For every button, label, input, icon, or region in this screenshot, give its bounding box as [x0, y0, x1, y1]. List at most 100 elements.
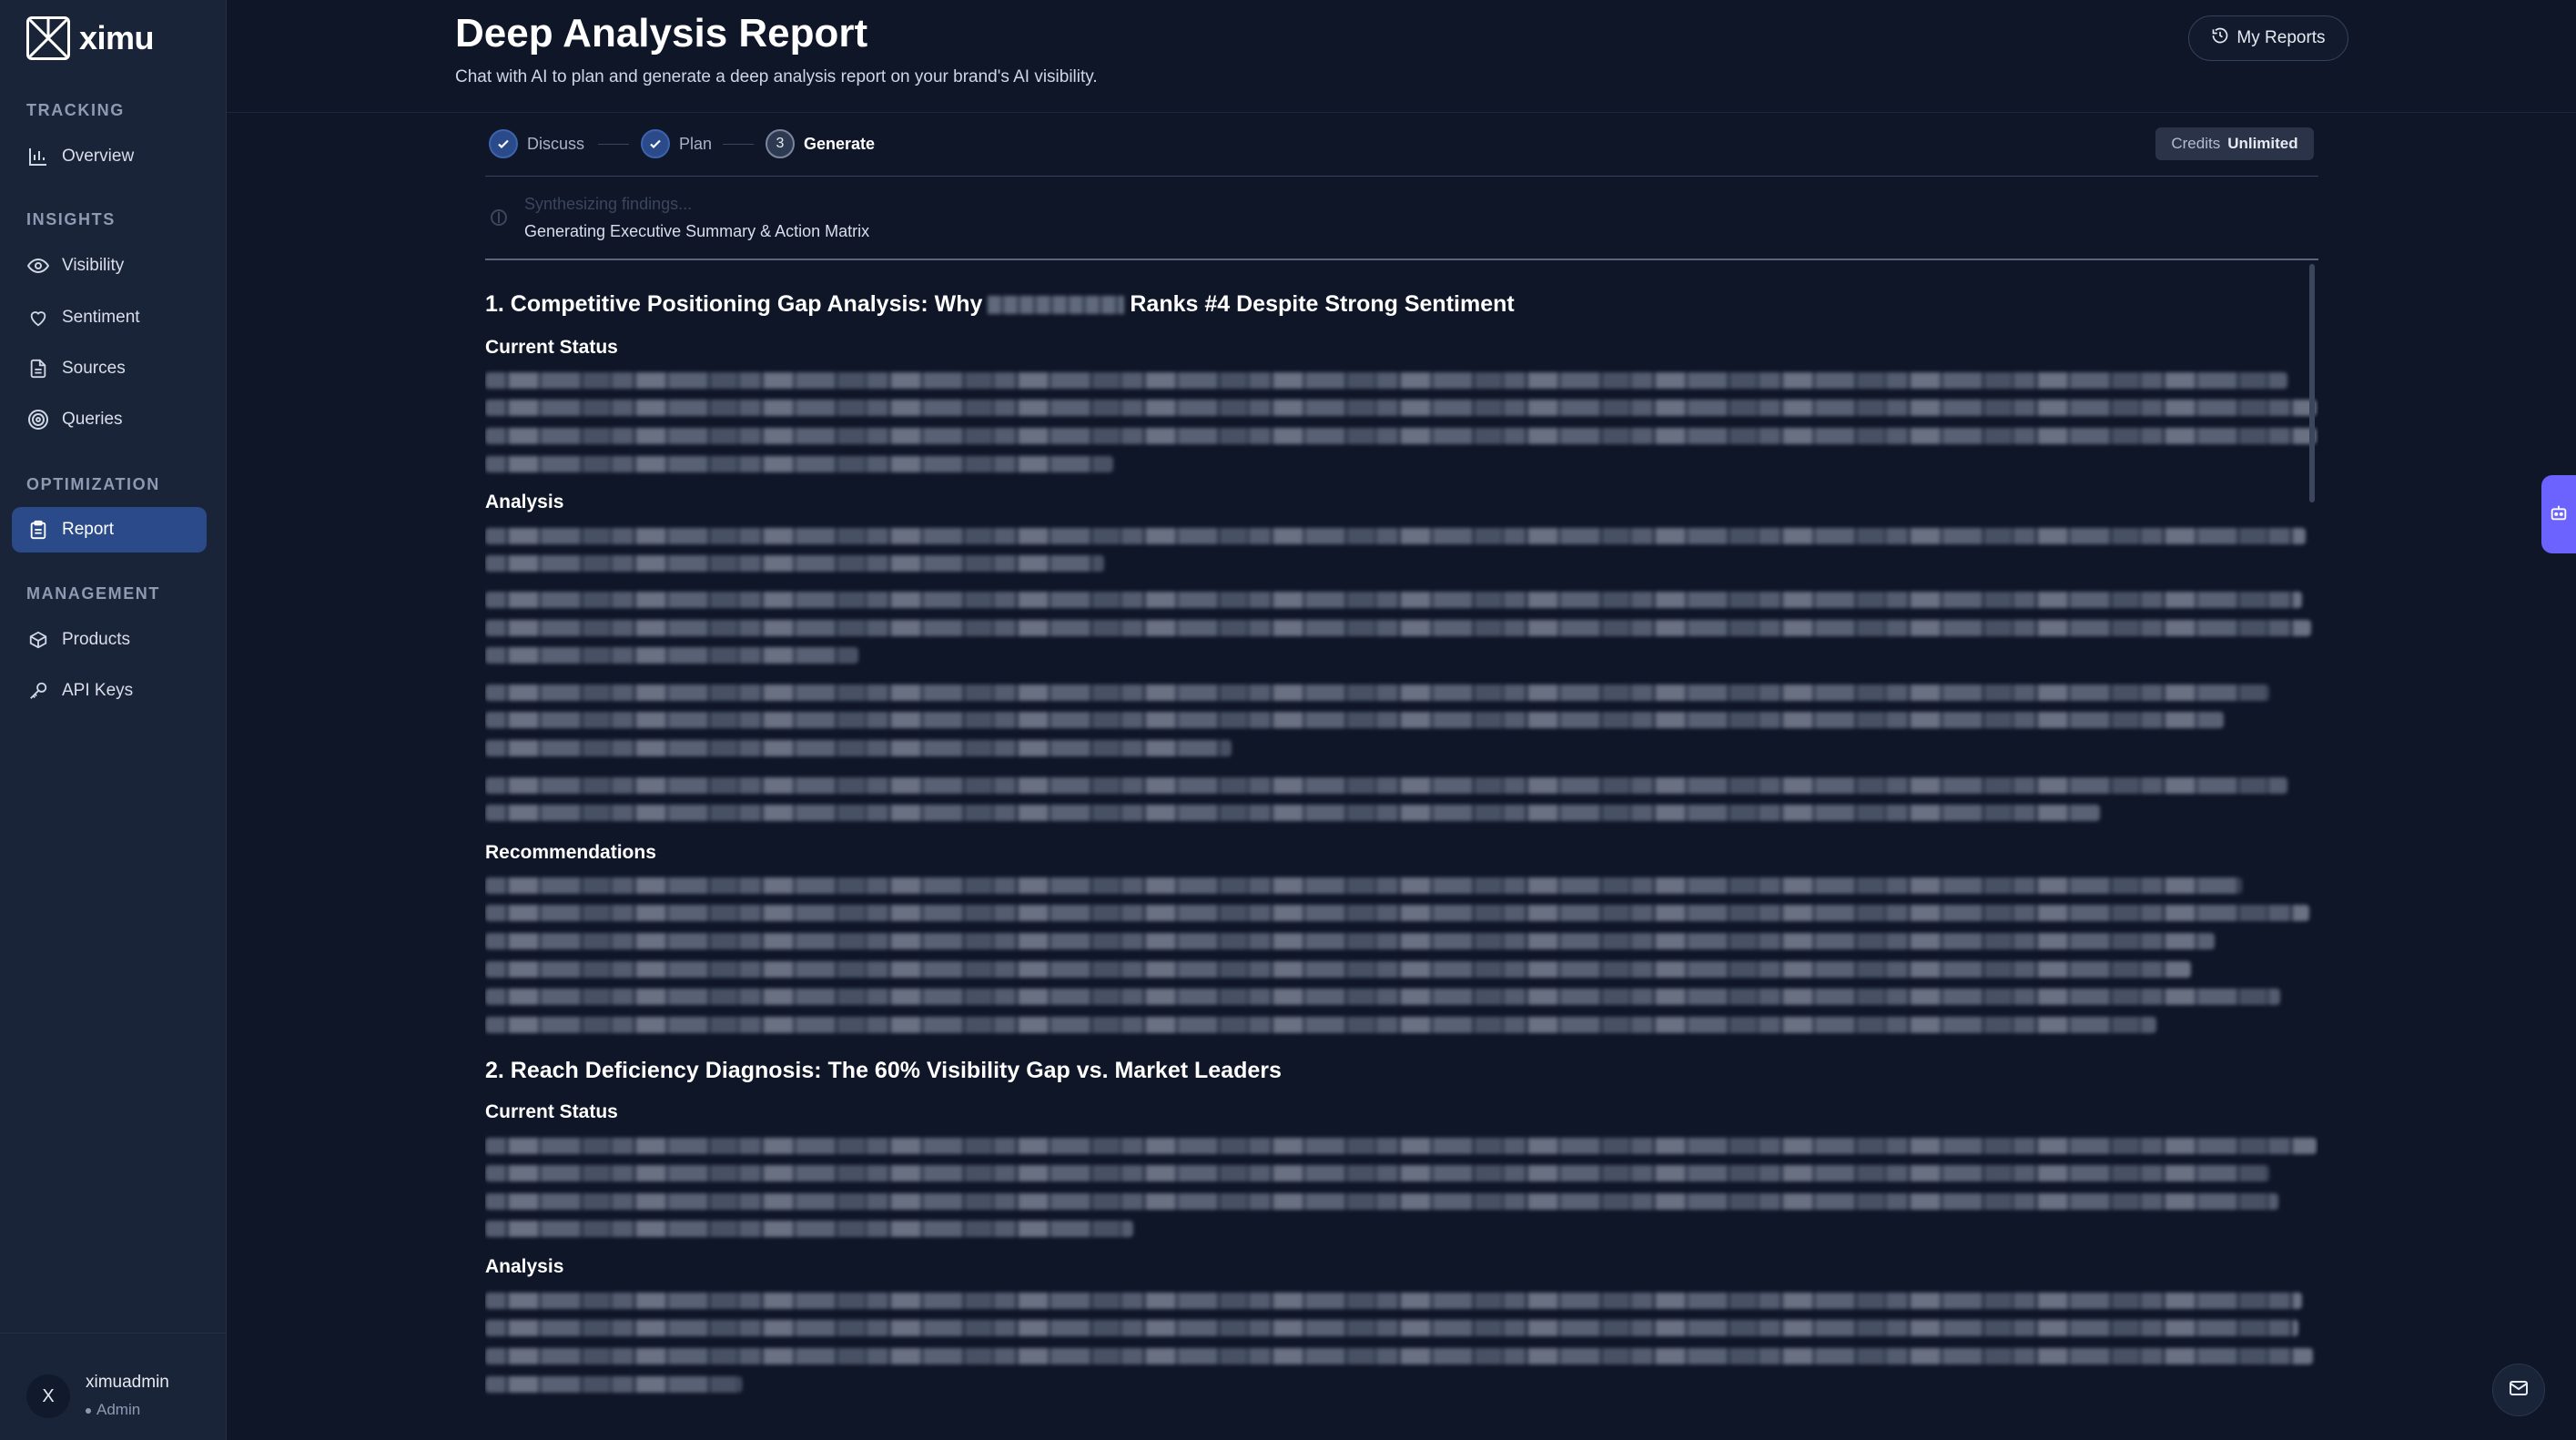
heart-icon [27, 307, 49, 329]
section-1-current-status-heading: Current Status [485, 337, 618, 358]
history-icon [2211, 26, 2229, 50]
redacted-text-line [485, 372, 2287, 389]
redacted-text-line [485, 400, 2317, 416]
sidebar-item-overview[interactable]: Overview [12, 134, 207, 179]
content-scrollbar[interactable] [2309, 264, 2315, 502]
section-1-title-prefix: 1. Competitive Positioning Gap Analysis:… [485, 291, 983, 317]
brand-name: ximu [79, 19, 155, 56]
redacted-text-line [485, 777, 2287, 794]
status-divider [485, 259, 2318, 260]
section-1-title: 1. Competitive Positioning Gap Analysis:… [485, 291, 1515, 318]
user-role: Admin [86, 1401, 140, 1419]
sidebar-item-label: Report [62, 520, 115, 539]
redacted-text-line [485, 456, 1113, 472]
redacted-text-line [485, 933, 2215, 949]
bar-chart-icon [27, 146, 49, 167]
step-connector [723, 144, 754, 145]
sidebar-item-label: Sentiment [62, 308, 140, 327]
sidebar-item-label: API Keys [62, 681, 134, 700]
check-icon [489, 129, 518, 158]
section-2-analysis-heading: Analysis [485, 1256, 564, 1277]
brand-logo[interactable]: ximu [26, 15, 155, 61]
avatar[interactable]: X [26, 1374, 70, 1418]
sidebar-item-products[interactable]: Products [12, 617, 207, 663]
redacted-text-line [485, 805, 2100, 821]
sidebar-item-label: Queries [62, 410, 123, 429]
stepper-divider [485, 176, 2318, 177]
section-1-recommendations-heading: Recommendations [485, 842, 656, 863]
section-2-current-status-heading: Current Status [485, 1101, 618, 1122]
section-label-optimization: OPTIMIZATION [26, 475, 160, 493]
redacted-text-line [485, 961, 2191, 978]
step-generate[interactable]: 3 Generate [766, 128, 875, 159]
section-label-tracking: TRACKING [26, 101, 125, 119]
redacted-text-line [485, 712, 2224, 728]
my-reports-label: My Reports [2236, 28, 2326, 47]
user-profile[interactable]: X ximuadmin Admin [0, 1333, 227, 1440]
credits-label: Credits [2171, 135, 2221, 152]
check-icon [641, 129, 670, 158]
credits-badge: Credits Unlimited [2155, 127, 2314, 160]
my-reports-button[interactable]: My Reports [2188, 15, 2348, 61]
section-label-management: MANAGEMENT [26, 584, 160, 603]
redacted-text-line [485, 1165, 2269, 1181]
redacted-text-line [485, 1320, 2298, 1336]
sidebar-item-sentiment[interactable]: Sentiment [12, 295, 207, 340]
status-previous: Synthesizing findings... [524, 195, 693, 213]
step-label: Generate [804, 134, 876, 153]
sidebar-item-label: Products [62, 630, 130, 649]
box-icon [27, 629, 49, 651]
side-drawer-tab[interactable] [2541, 475, 2576, 553]
sidebar-item-sources[interactable]: Sources [12, 346, 207, 391]
step-number: 3 [766, 129, 795, 158]
redacted-text-line [485, 989, 2280, 1005]
section-label-insights: INSIGHTS [26, 210, 116, 228]
header-divider [227, 112, 2576, 113]
robot-icon [2549, 502, 2569, 527]
report-content[interactable]: 1. Competitive Positioning Gap Analysis:… [485, 273, 2318, 1440]
contact-button[interactable] [2492, 1364, 2545, 1416]
redacted-text-line [485, 592, 2302, 608]
redacted-text-line [485, 1138, 2317, 1154]
redacted-text-line [485, 740, 1232, 756]
redacted-text-line [485, 1221, 1133, 1237]
role-dot-icon [86, 1407, 91, 1414]
redacted-text-line [485, 1348, 2313, 1364]
ximu-logo-icon [26, 16, 70, 60]
step-plan[interactable]: Plan [641, 128, 712, 159]
sidebar-item-visibility[interactable]: Visibility [12, 243, 207, 289]
page-subtitle: Chat with AI to plan and generate a deep… [455, 67, 1098, 86]
step-connector [598, 144, 629, 145]
clipboard-icon [27, 519, 49, 541]
step-discuss[interactable]: Discuss [489, 128, 584, 159]
section-1-title-suffix: Ranks #4 Despite Strong Sentiment [1130, 291, 1515, 317]
spinner-icon [489, 208, 509, 228]
page-title: Deep Analysis Report [455, 11, 868, 56]
section-2-title: 2. Reach Deficiency Diagnosis: The 60% V… [485, 1058, 1282, 1083]
step-label: Plan [679, 134, 713, 153]
sidebar-item-label: Sources [62, 359, 126, 378]
redacted-brand [988, 296, 1125, 315]
user-name: ximuadmin [86, 1373, 169, 1392]
key-icon [27, 680, 49, 702]
user-role-label: Admin [96, 1401, 141, 1418]
target-icon [27, 409, 49, 431]
mail-icon [2508, 1377, 2530, 1404]
sidebar-item-queries[interactable]: Queries [12, 397, 207, 442]
redacted-text-line [485, 1193, 2278, 1210]
redacted-text-line [485, 620, 2311, 636]
sidebar-item-report[interactable]: Report [12, 507, 207, 553]
sidebar-item-label: Overview [62, 147, 135, 166]
redacted-text-line [485, 877, 2242, 894]
sidebar-item-api-keys[interactable]: API Keys [12, 668, 207, 714]
redacted-text-line [485, 685, 2269, 701]
document-icon [27, 358, 49, 380]
credits-value: Unlimited [2227, 135, 2298, 152]
step-label: Discuss [527, 134, 585, 153]
redacted-text-line [485, 647, 858, 664]
redacted-text-line [485, 528, 2306, 544]
sidebar: ximu TRACKING Overview INSIGHTS Visibili… [0, 0, 227, 1440]
redacted-text-line [485, 905, 2309, 921]
redacted-text-line [485, 555, 1104, 572]
redacted-text-line [485, 1293, 2302, 1309]
